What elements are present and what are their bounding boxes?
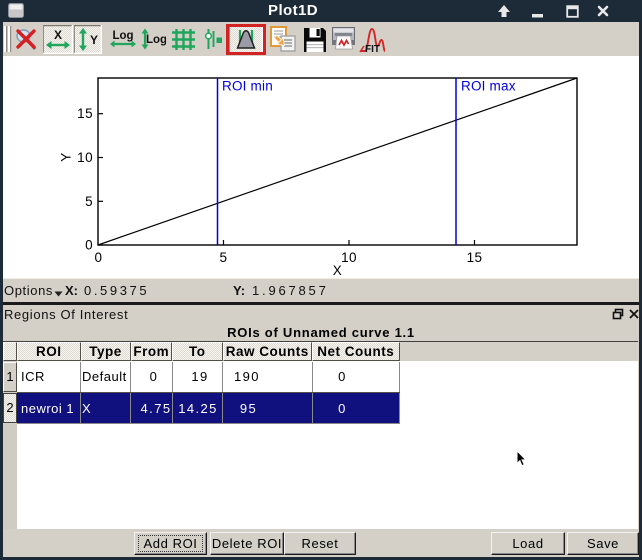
svg-text:0: 0 bbox=[95, 250, 103, 265]
svg-text:10: 10 bbox=[341, 250, 357, 265]
svg-text:Y: Y bbox=[90, 33, 98, 47]
svg-text:15: 15 bbox=[467, 250, 483, 265]
svg-text:ROI max: ROI max bbox=[461, 79, 516, 94]
svg-text:FIT: FIT bbox=[365, 44, 380, 54]
svg-text:Log: Log bbox=[112, 30, 133, 42]
svg-text:X: X bbox=[54, 28, 62, 42]
svg-text:15: 15 bbox=[77, 106, 93, 121]
svg-text:10: 10 bbox=[77, 150, 93, 165]
svg-text:0: 0 bbox=[85, 238, 93, 253]
svg-text:Y: Y bbox=[59, 152, 74, 161]
svg-text:Log: Log bbox=[146, 34, 166, 46]
svg-text:5: 5 bbox=[220, 250, 228, 265]
svg-text:X: X bbox=[333, 263, 342, 278]
svg-text:ROI min: ROI min bbox=[222, 79, 273, 94]
svg-text:5: 5 bbox=[85, 194, 93, 209]
